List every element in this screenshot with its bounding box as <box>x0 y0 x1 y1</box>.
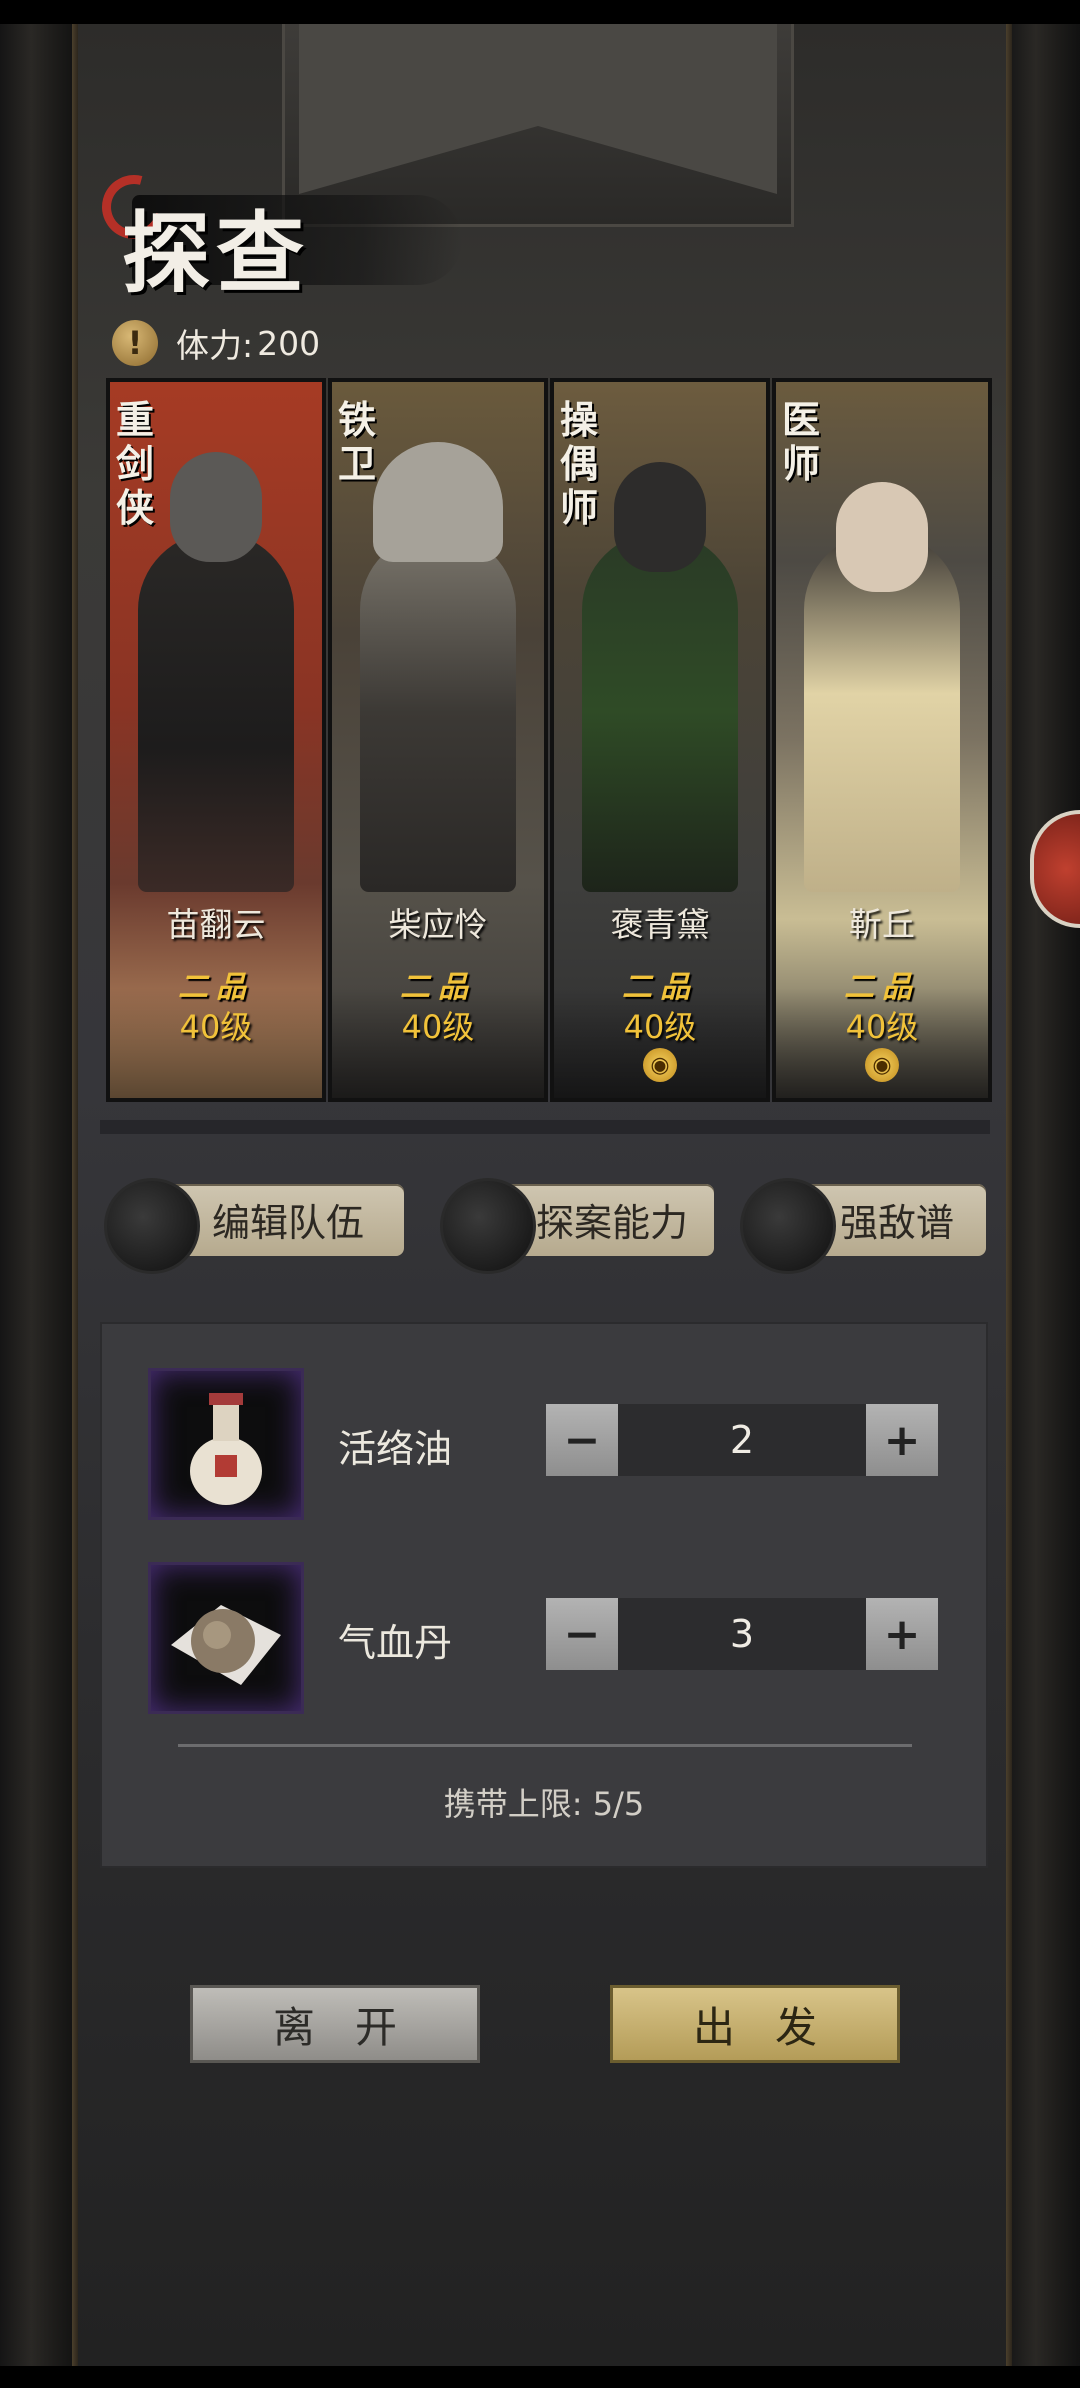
hero-card-4[interactable]: 医师 靳丘 二品 40级 ◉ <box>772 378 992 1102</box>
gold-coin-icon: ◉ <box>865 1048 899 1082</box>
quantity-value: 2 <box>618 1404 866 1476</box>
quantity-stepper: − 3 + <box>546 1598 938 1670</box>
edit-team-button[interactable]: 编辑队伍 <box>104 1178 404 1274</box>
gold-coin-icon: ◉ <box>643 1048 677 1082</box>
hero-name: 褒青黛 <box>610 905 710 944</box>
navigation-bar <box>0 2366 1080 2388</box>
stamina-icon: ! <box>112 320 158 366</box>
stamina-label: 体力: <box>176 326 254 365</box>
quantity-stepper: − 2 + <box>546 1404 938 1476</box>
status-bar <box>0 0 1080 24</box>
dagger-icon <box>104 1178 200 1274</box>
item-name: 活络油 <box>338 1427 453 1471</box>
hero-name: 靳丘 <box>849 905 915 944</box>
title-area: 探查 <box>90 163 462 305</box>
hero-level: 40级 <box>845 1008 919 1046</box>
investigate-ability-button[interactable]: 探案能力 <box>440 1178 720 1274</box>
page-title: 探查 <box>122 201 311 305</box>
depart-button[interactable]: 出发 <box>610 1985 900 2063</box>
hero-name: 柴应怜 <box>388 905 488 944</box>
carry-limit: 携带上限: 5/5 <box>102 1779 986 1825</box>
hero-rank: 二品 <box>178 970 254 1005</box>
hero-level: 40级 <box>179 1008 253 1046</box>
potion-bottle-icon <box>148 1368 304 1520</box>
left-pillar <box>0 24 78 2366</box>
carry-items-panel: 活络油 − 2 + 气血丹 − 3 + 携带上限: 5/5 <box>100 1322 988 1868</box>
hero-name: 苗翻云 <box>166 905 266 944</box>
hero-level: 40级 <box>401 1008 475 1046</box>
quantity-value: 3 <box>618 1598 866 1670</box>
item-name: 气血丹 <box>338 1621 453 1665</box>
book-icon <box>740 1178 836 1274</box>
scroll-book-icon <box>440 1178 536 1274</box>
increase-button[interactable]: + <box>866 1598 938 1670</box>
hero-card-3[interactable]: 操偶师 褒青黛 二品 40级 ◉ <box>550 378 770 1102</box>
divider <box>178 1744 912 1747</box>
enemy-list-label: 强敌谱 <box>840 1201 955 1245</box>
carry-limit-label: 携带上限: <box>443 1785 583 1823</box>
decrease-button[interactable]: − <box>546 1598 618 1670</box>
stamina-value: 200 <box>257 323 321 363</box>
hero-rank: 二品 <box>400 970 476 1005</box>
hero-role: 重剑侠 <box>116 398 155 530</box>
hero-rank: 二品 <box>844 970 920 1005</box>
hero-card-1[interactable]: 重剑侠 苗翻云 二品 40级 <box>106 378 326 1102</box>
decrease-button[interactable]: − <box>546 1404 618 1476</box>
hero-role: 铁卫 <box>338 398 377 486</box>
hero-level: 40级 <box>623 1008 697 1046</box>
carry-limit-value: 5/5 <box>592 1785 645 1823</box>
investigate-ability-label: 探案能力 <box>536 1201 689 1245</box>
increase-button[interactable]: + <box>866 1404 938 1476</box>
edit-team-label: 编辑队伍 <box>212 1201 365 1245</box>
hero-role: 操偶师 <box>560 398 599 530</box>
enemy-list-button[interactable]: 强敌谱 <box>740 1178 986 1274</box>
hero-rank: 二品 <box>622 970 698 1005</box>
stamina-display: ! 体力: 200 <box>112 318 320 368</box>
divider-strip <box>100 1120 990 1134</box>
item-row: 气血丹 − 3 + <box>148 1562 948 1714</box>
item-row: 活络油 − 2 + <box>148 1368 948 1520</box>
leave-button[interactable]: 离开 <box>190 1985 480 2063</box>
right-pillar <box>1006 24 1080 2366</box>
hero-role: 医师 <box>782 398 821 486</box>
hero-card-2[interactable]: 铁卫 柴应怜 二品 40级 <box>328 378 548 1102</box>
pill-icon <box>148 1562 304 1714</box>
